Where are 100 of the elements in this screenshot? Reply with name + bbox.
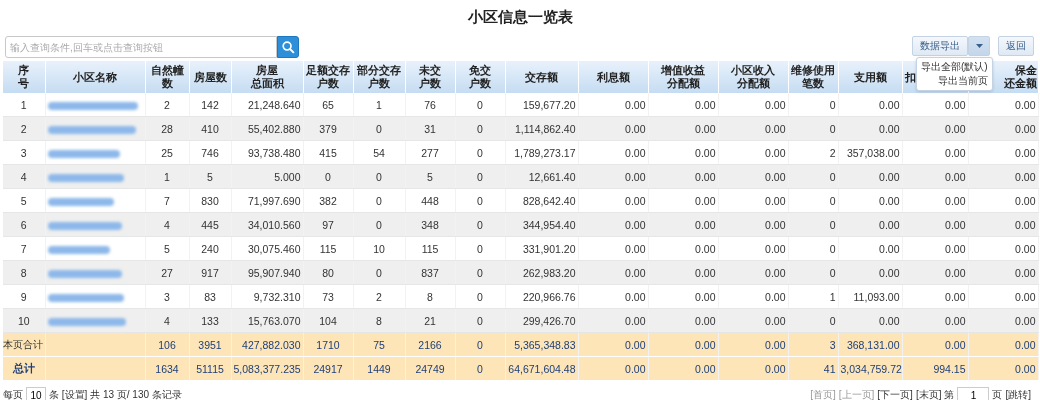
table-cell: 0.00 [838, 188, 902, 213]
table-cell: 0.00 [648, 188, 718, 213]
pager-label: 每页 [3, 388, 23, 400]
page-size-field[interactable]: 10 [26, 387, 46, 400]
table-cell: 415 [303, 140, 353, 165]
table-cell: 240 [189, 236, 231, 261]
back-button[interactable]: 返回 [998, 36, 1034, 56]
export-dropdown-toggle[interactable] [968, 36, 990, 56]
table-cell: 3 [145, 284, 189, 309]
table-cell: 159,677.20 [505, 93, 578, 117]
table-cell: 0.00 [968, 236, 1038, 261]
page-number-field[interactable]: 1 [957, 387, 990, 400]
table-cell: 54 [353, 140, 405, 165]
redacted-name[interactable] [47, 101, 138, 110]
redacted-name[interactable] [47, 317, 126, 326]
table-cell: 331,901.20 [505, 236, 578, 261]
redacted-name[interactable] [47, 173, 124, 182]
table-cell: 2 [353, 284, 405, 309]
column-header: 房屋 总面积 [231, 61, 303, 93]
table-cell: 11,093.00 [838, 284, 902, 309]
table-cell: 1,789,273.17 [505, 140, 578, 165]
table-cell: 9 [3, 284, 45, 309]
pager-summary: 条 [设置] 共 13 页/ 130 条记录 [49, 388, 182, 400]
table-cell: 0 [455, 188, 505, 213]
table-cell: 0.00 [902, 93, 968, 117]
table-cell: 25 [145, 140, 189, 165]
table-cell: 115 [303, 236, 353, 261]
pager-label: 页 [992, 388, 1003, 400]
table-cell: 2 [3, 116, 45, 141]
table-cell: 0 [455, 140, 505, 165]
column-header: 小区收入 分配额 [718, 61, 788, 93]
redacted-name[interactable] [47, 125, 136, 134]
redacted-name[interactable] [47, 245, 110, 254]
table-cell: 0.00 [578, 140, 648, 165]
total-label: 本页合计 [3, 332, 45, 357]
table-cell: 1 [3, 93, 45, 117]
table-cell: 0.00 [968, 140, 1038, 165]
search-field[interactable]: 输入查询条件,回车或点击查询按钮 [5, 36, 277, 58]
column-header: 房屋数 [189, 61, 231, 93]
table-cell: 0.00 [902, 236, 968, 261]
table-cell: 0.00 [578, 236, 648, 261]
table-cell: 0.00 [648, 140, 718, 165]
table-cell: 0.00 [902, 140, 968, 165]
table-cell: 5 [145, 236, 189, 261]
table-cell: 10 [353, 236, 405, 261]
column-header: 部分交存 户数 [353, 61, 405, 93]
table-cell: 382 [303, 188, 353, 213]
column-header: 小区名称 [45, 61, 145, 93]
table-cell: 8 [3, 260, 45, 285]
column-header: 免交 户数 [455, 61, 505, 93]
table-cell: 115 [405, 236, 455, 261]
column-header: 序 号 [3, 61, 45, 93]
table-cell: 8 [405, 284, 455, 309]
column-header: 交存额 [505, 61, 578, 93]
pager-link[interactable]: [下一页] [877, 388, 913, 400]
table-cell: 10 [3, 308, 45, 333]
table-cell: 0 [455, 93, 505, 117]
table-cell: 746 [189, 140, 231, 165]
jump-link[interactable]: [跳转] [1005, 388, 1031, 400]
table-cell: 142 [189, 93, 231, 117]
redacted-name[interactable] [47, 293, 124, 302]
table-cell: 7 [3, 236, 45, 261]
table-cell: 0.00 [968, 284, 1038, 309]
table-cell: 0 [788, 93, 838, 117]
table-cell: 0.00 [578, 188, 648, 213]
table-cell: 83 [189, 284, 231, 309]
table-cell: 0 [788, 236, 838, 261]
table-cell: 93,738.480 [231, 140, 303, 165]
table-cell: 0.00 [648, 284, 718, 309]
table-cell: 0.00 [718, 284, 788, 309]
pager-link[interactable]: [末页] [915, 388, 942, 400]
table-cell: 73 [303, 284, 353, 309]
table-cell: 828,642.40 [505, 188, 578, 213]
table-cell: 0.00 [648, 236, 718, 261]
export-button[interactable]: 数据导出 [912, 36, 968, 56]
search-button[interactable] [277, 36, 299, 58]
redacted-name[interactable] [47, 221, 122, 230]
column-header: 足额交存 户数 [303, 61, 353, 93]
table-cell: 830 [189, 188, 231, 213]
redacted-name[interactable] [47, 269, 122, 278]
table-cell: 220,966.76 [505, 284, 578, 309]
redacted-name[interactable] [47, 149, 120, 158]
table-cell: 448 [405, 188, 455, 213]
table-cell: 0 [455, 284, 505, 309]
table-cell: 0.00 [718, 93, 788, 117]
column-header: 支用额 [838, 61, 902, 93]
table-cell: 0.00 [838, 236, 902, 261]
column-header: 增值收益 分配额 [648, 61, 718, 93]
table-cell: 0 [455, 236, 505, 261]
table-cell: 5 [3, 188, 45, 213]
table-cell: 0 [353, 188, 405, 213]
column-header: 维修使用 笔数 [788, 61, 838, 93]
table-cell: 4 [3, 164, 45, 189]
table-cell: 6 [3, 212, 45, 237]
page-title: 小区信息一览表 [466, 7, 574, 27]
search-icon [281, 40, 295, 54]
table-cell: 0.00 [968, 93, 1038, 117]
column-header: 未交 户数 [405, 61, 455, 93]
redacted-name[interactable] [47, 197, 114, 206]
table-cell: 65 [303, 93, 353, 117]
